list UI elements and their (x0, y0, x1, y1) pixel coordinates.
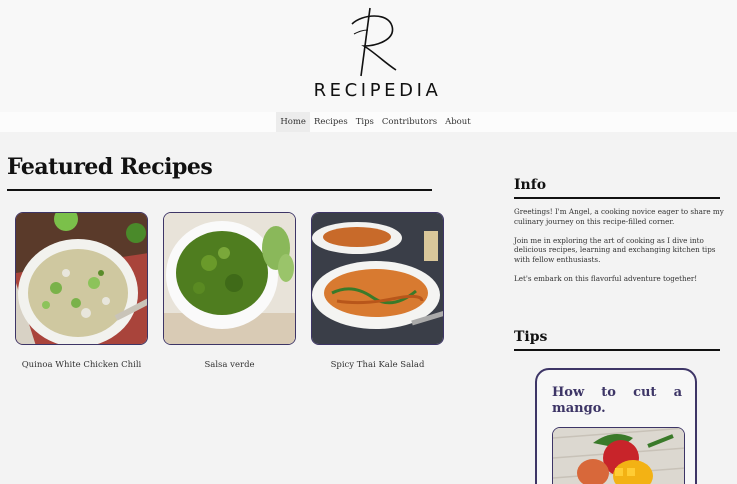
info-paragraph: Join me in exploring the art of cooking … (514, 235, 716, 264)
tips-divider (514, 349, 720, 351)
main-nav: Home Recipes Tips Contributors About (0, 112, 737, 132)
nav-tips[interactable]: Tips (352, 112, 378, 132)
featured-divider (7, 189, 432, 191)
recipe-image-thai-kale-salad[interactable] (311, 212, 444, 345)
tip-title-line2[interactable]: mango. (552, 401, 682, 417)
nav-recipes[interactable]: Recipes (310, 112, 352, 132)
info-paragraph: Let's embark on this flavorful adventure… (514, 273, 698, 283)
recipe-card[interactable]: Spicy Thai Kale Salad (311, 212, 444, 370)
recipe-title[interactable]: Quinoa White Chicken Chili (15, 360, 148, 370)
info-heading: Info (514, 177, 547, 193)
nav-about[interactable]: About (441, 112, 475, 132)
recipe-title[interactable]: Spicy Thai Kale Salad (311, 360, 444, 370)
brand-name: RECIPEDIA (313, 80, 442, 101)
info-divider (514, 197, 720, 199)
tips-heading: Tips (514, 329, 548, 345)
recipedia-logo-icon[interactable] (340, 4, 400, 80)
tip-card[interactable]: How to cut a mango. (535, 368, 697, 484)
recipe-card[interactable]: Salsa verde (163, 212, 296, 370)
recipe-image-salsa-verde[interactable] (163, 212, 296, 345)
featured-recipes-heading: Featured Recipes (7, 154, 213, 180)
recipe-card[interactable]: Quinoa White Chicken Chili (15, 212, 148, 370)
nav-contributors[interactable]: Contributors (378, 112, 441, 132)
nav-home[interactable]: Home (276, 112, 310, 132)
info-text: Greetings! I'm Angel, a cooking novice e… (514, 207, 729, 293)
recipe-title[interactable]: Salsa verde (163, 360, 296, 370)
tip-image-mango[interactable] (552, 427, 685, 484)
info-paragraph: Greetings! I'm Angel, a cooking novice e… (514, 207, 724, 226)
tip-title[interactable]: How to cut a (552, 385, 682, 401)
site-header: RECIPEDIA (0, 0, 737, 112)
recipe-image-chicken-chili[interactable] (15, 212, 148, 345)
